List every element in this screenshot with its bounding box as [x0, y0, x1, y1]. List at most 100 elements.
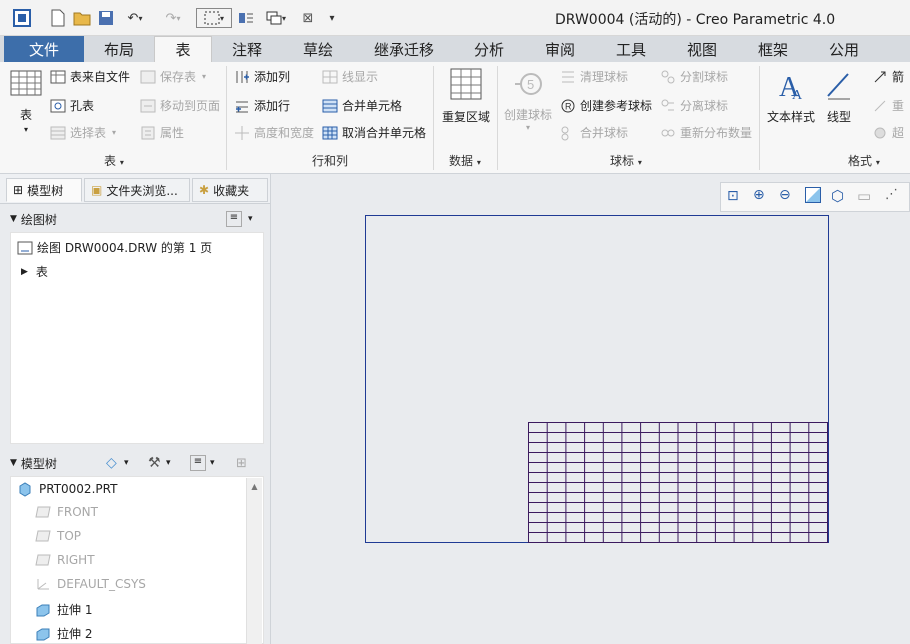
balloon-group-label[interactable]: 球标 ▾: [610, 152, 642, 169]
datum-display-icon[interactable]: ⋰: [885, 187, 898, 202]
merge-cells-button[interactable]: 合并单元格: [322, 97, 402, 114]
sheet-icon[interactable]: ▭: [857, 187, 871, 205]
repeat-format-icon: [874, 100, 886, 111]
filter-icon[interactable]: ⊞: [236, 456, 247, 471]
settings-icon[interactable]: ⚒: [148, 455, 161, 471]
datum-plane-icon: [35, 530, 51, 542]
text-style-label: 文本样式: [766, 110, 815, 124]
tab-tools[interactable]: 工具: [596, 36, 666, 62]
format-group-label[interactable]: 格式 ▾: [848, 152, 880, 169]
tree-columns-icon[interactable]: ≡: [190, 455, 206, 471]
tree-item-front[interactable]: FRONT: [35, 505, 98, 519]
save-icon[interactable]: [96, 8, 116, 28]
tree-item-extrude-2[interactable]: 拉伸 2: [35, 625, 92, 642]
tab-model-tree[interactable]: ⊞ 模型树: [6, 178, 82, 202]
tree-item-right[interactable]: RIGHT: [35, 553, 95, 567]
tab-file[interactable]: 文件: [4, 36, 84, 62]
repaint-icon[interactable]: [805, 187, 821, 203]
right-plane-label: RIGHT: [57, 553, 95, 567]
tab-table[interactable]: 表: [154, 36, 212, 62]
show-dropdown-icon[interactable]: ▾: [124, 458, 129, 468]
tab-favorites[interactable]: ✱ 收藏夹: [192, 178, 268, 202]
regenerate-icon[interactable]: [236, 8, 256, 28]
tab-framework[interactable]: 框架: [738, 36, 808, 62]
create-balloon-button[interactable]: 5 创建球标 ▾: [502, 70, 554, 132]
select-table-button[interactable]: 选择表 ▾: [50, 124, 116, 141]
redo-icon[interactable]: ↷ ▾: [158, 8, 188, 28]
data-group-label[interactable]: 数据 ▾: [449, 152, 481, 169]
tab-layout[interactable]: 布局: [84, 36, 154, 62]
create-ref-balloon-button[interactable]: R 创建参考球标: [560, 97, 652, 114]
zoom-in-icon[interactable]: ⊕: [753, 187, 765, 203]
expand-icon[interactable]: ▶: [21, 267, 28, 277]
scroll-up-icon[interactable]: ▲: [247, 482, 262, 491]
tab-folder-browser[interactable]: ▣ 文件夹浏览...: [84, 178, 190, 202]
new-file-icon[interactable]: [48, 8, 68, 28]
close-window-icon[interactable]: ⊠: [298, 8, 318, 28]
line-display-button[interactable]: 线显示: [322, 68, 378, 85]
tab-common[interactable]: 公用: [808, 36, 880, 62]
settings-dropdown-icon[interactable]: ▾: [166, 458, 171, 468]
tree-item-drawing-sheet[interactable]: 绘图 DRW0004.DRW 的第 1 页: [17, 239, 212, 256]
properties-button[interactable]: 属性: [140, 124, 184, 141]
redistribute-qty-button[interactable]: 重新分布数量: [660, 124, 752, 141]
tree-item-part[interactable]: PRT0002.PRT: [17, 481, 117, 497]
clean-balloons-button[interactable]: 清理球标: [560, 68, 628, 85]
tab-annotate[interactable]: 注释: [212, 36, 282, 62]
select-box-icon[interactable]: ▾: [196, 8, 232, 28]
tree-columns-dropdown-icon[interactable]: ▾: [210, 458, 215, 468]
super-format-button[interactable]: 超: [872, 124, 904, 141]
customize-toolbar-icon[interactable]: ▾: [322, 8, 342, 28]
tree-item-top[interactable]: TOP: [35, 529, 81, 543]
windows-icon[interactable]: ▾: [260, 8, 292, 28]
height-width-button[interactable]: 高度和宽度: [234, 124, 314, 141]
line-style-button[interactable]: 线型: [822, 68, 856, 125]
unmerge-cells-button[interactable]: 取消合并单元格: [322, 124, 426, 141]
front-plane-label: FRONT: [57, 505, 98, 519]
model-tree-scrollbar[interactable]: ▲: [246, 478, 262, 644]
select-table-icon: [50, 126, 66, 139]
merge-balloons-button[interactable]: 合并球标: [560, 124, 628, 141]
open-folder-icon[interactable]: [72, 8, 92, 28]
text-style-button[interactable]: AA 文本样式: [766, 68, 816, 125]
table-button-label: 表: [19, 108, 32, 122]
table-group-label[interactable]: 表 ▾: [104, 152, 124, 169]
ribbon-tabs: 文件 布局 表 注释 草绘 继承迁移 分析 审阅 工具 视图 框架 公用: [0, 36, 910, 62]
save-table-button[interactable]: 保存表 ▾: [140, 68, 206, 85]
drawing-table[interactable]: [528, 422, 828, 543]
extrude-icon: [36, 604, 50, 616]
tab-analysis[interactable]: 分析: [454, 36, 524, 62]
drawing-tree-header[interactable]: ▼ 绘图树 ≡ ▾: [10, 206, 264, 232]
tree-item-extrude-1[interactable]: 拉伸 1: [35, 601, 92, 618]
redistribute-qty-label: 重新分布数量: [680, 126, 753, 140]
repeat-format-button[interactable]: 重: [872, 97, 904, 114]
move-to-page-button[interactable]: 移动到页面: [140, 97, 220, 114]
tab-view[interactable]: 视图: [666, 36, 738, 62]
tab-review[interactable]: 审阅: [524, 36, 596, 62]
display-style-icon[interactable]: ⬡: [831, 187, 844, 205]
split-balloons-button[interactable]: 分割球标: [660, 68, 728, 85]
add-column-button[interactable]: 添加列: [234, 68, 290, 85]
tab-legacy-migration[interactable]: 继承迁移: [354, 36, 454, 62]
show-icon[interactable]: ◇: [106, 455, 117, 471]
zoom-out-icon[interactable]: ⊖: [779, 187, 791, 203]
app-menu-icon[interactable]: [10, 8, 34, 28]
tree-options-icon[interactable]: ≡: [226, 211, 242, 227]
model-tree-title: 模型树: [20, 456, 57, 471]
tree-item-default-csys[interactable]: DEFAULT_CSYS: [35, 577, 146, 591]
hole-table-button[interactable]: 孔表: [50, 97, 94, 114]
tree-options-dropdown-icon[interactable]: ▾: [248, 214, 253, 224]
refit-icon[interactable]: ⊡: [727, 188, 739, 204]
tab-sketch[interactable]: 草绘: [282, 36, 354, 62]
extrude-1-label: 拉伸 1: [57, 603, 93, 617]
detach-balloons-button[interactable]: 分离球标: [660, 97, 728, 114]
table-button[interactable]: 表 ▾: [8, 70, 44, 134]
add-row-button[interactable]: 添加行: [234, 97, 290, 114]
undo-icon[interactable]: ↶ ▾: [120, 8, 150, 28]
arrow-button[interactable]: 箭: [872, 68, 904, 85]
table-from-file-button[interactable]: 表来自文件: [50, 68, 130, 85]
repeat-region-button[interactable]: 重复区域: [440, 68, 492, 125]
model-tree-header[interactable]: ▼ 模型树 ◇ ▾ ⚒ ▾ ≡ ▾ ⊞: [10, 450, 264, 476]
save-table-label: 保存表: [160, 70, 197, 84]
tree-item-tables[interactable]: ▶ 表: [21, 263, 48, 280]
